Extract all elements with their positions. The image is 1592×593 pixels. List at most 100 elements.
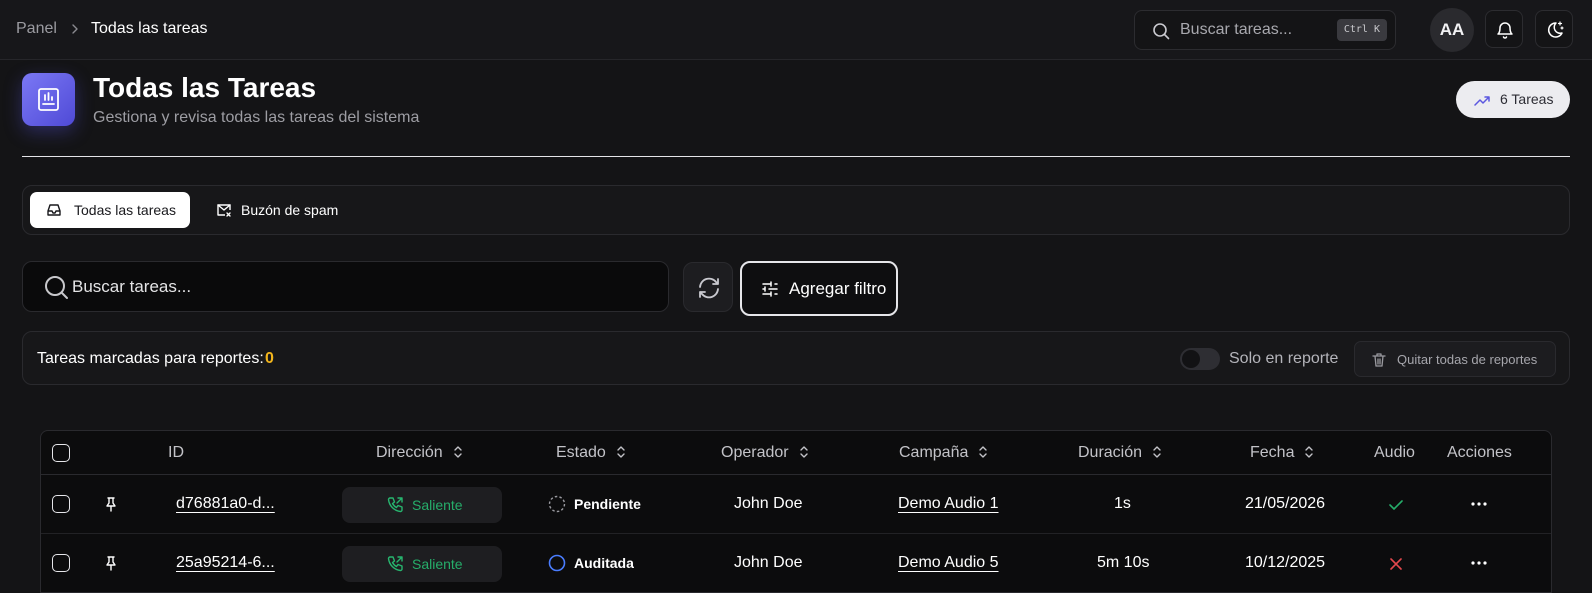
report-bar: Tareas marcadas para reportes: 0 Solo en… — [22, 331, 1570, 385]
trending-up-icon — [1474, 96, 1490, 106]
direction-label: Saliente — [412, 497, 463, 513]
sort-icon — [453, 446, 462, 458]
top-search-input[interactable]: Buscar tareas... Ctrl K — [1134, 10, 1396, 50]
refresh-icon — [699, 277, 719, 299]
tab-bar: Todas las tareas Buzón de spam — [22, 185, 1570, 235]
direction-label: Saliente — [412, 556, 463, 572]
direction-badge: Saliente — [342, 546, 502, 582]
tab-all-tasks[interactable]: Todas las tareas — [30, 192, 190, 228]
duration-value: 5m 10s — [1097, 554, 1150, 571]
trash-icon — [1372, 353, 1386, 367]
column-header-id: ID — [168, 444, 184, 462]
status-label: Pendiente — [574, 496, 641, 512]
column-header-actions: Acciones — [1447, 444, 1512, 461]
direction-badge: Saliente — [342, 487, 502, 523]
refresh-button[interactable] — [683, 262, 733, 312]
theme-toggle-button[interactable] — [1535, 10, 1573, 48]
column-header-direction[interactable]: Dirección — [376, 444, 463, 462]
page-icon — [22, 73, 75, 126]
sort-icon — [979, 446, 988, 458]
top-bar: Panel Todas las tareas Buscar tareas... … — [0, 0, 1592, 60]
more-horizontal-icon[interactable] — [1470, 554, 1488, 572]
phone-outgoing-icon — [387, 497, 403, 513]
column-status-label: Estado — [556, 444, 606, 461]
task-search-input[interactable]: Buscar tareas... — [22, 261, 669, 312]
column-header-status[interactable]: Estado — [556, 444, 626, 462]
sort-icon — [1153, 446, 1161, 458]
task-count-label: 6 Tareas — [1500, 91, 1554, 107]
circle-icon — [548, 554, 566, 572]
pin-icon[interactable] — [103, 496, 119, 512]
breadcrumb-current: Todas las tareas — [91, 20, 208, 37]
bell-icon — [1497, 22, 1513, 39]
column-duration-label: Duración — [1078, 444, 1143, 461]
date-value: 21/05/2026 — [1245, 495, 1326, 512]
toggle-knob — [1182, 350, 1200, 368]
task-search-placeholder: Buscar tareas... — [72, 277, 192, 296]
page-title: Todas las Tareas — [93, 72, 317, 103]
search-icon — [1153, 23, 1170, 40]
duration-value: 1s — [1114, 495, 1131, 512]
column-header-audio: Audio — [1374, 444, 1415, 461]
add-filter-button[interactable]: Agregar filtro — [740, 261, 898, 316]
row-checkbox[interactable] — [52, 554, 70, 572]
column-direction-label: Dirección — [376, 444, 443, 461]
avatar[interactable]: AA — [1430, 8, 1474, 52]
table-row[interactable]: 25a95214-6... Saliente Auditada John Doe… — [41, 534, 1551, 592]
tab-all-tasks-label: Todas las tareas — [74, 202, 176, 218]
sort-icon — [799, 446, 808, 458]
report-chart-icon — [38, 88, 59, 111]
column-operator-label: Operador — [721, 444, 789, 461]
sort-icon — [617, 446, 625, 458]
only-in-report-toggle[interactable] — [1180, 348, 1220, 370]
x-icon — [1390, 558, 1402, 570]
column-header-operator[interactable]: Operador — [721, 444, 809, 462]
check-icon — [1389, 500, 1403, 510]
task-id-link[interactable]: d76881a0-d... — [176, 495, 275, 513]
report-count-label: Tareas marcadas para reportes: — [37, 350, 264, 367]
task-id-link[interactable]: 25a95214-6... — [176, 554, 275, 572]
clear-reports-button[interactable]: Quitar todas de reportes — [1354, 341, 1556, 377]
date-value: 10/12/2025 — [1245, 554, 1326, 571]
table-header: ID Dirección Estado Operador Campaña Dur… — [41, 431, 1551, 475]
more-horizontal-icon[interactable] — [1470, 495, 1488, 513]
column-header-campaign[interactable]: Campaña — [899, 444, 988, 462]
task-count-badge: 6 Tareas — [1456, 81, 1570, 118]
campaign-link[interactable]: Demo Audio 5 — [898, 554, 999, 572]
add-filter-label: Agregar filtro — [789, 279, 887, 298]
column-date-label: Fecha — [1250, 444, 1295, 461]
pin-icon[interactable] — [103, 555, 119, 571]
header-divider — [22, 156, 1570, 157]
operator-name: John Doe — [734, 554, 803, 571]
top-search-placeholder: Buscar tareas... — [1180, 21, 1293, 38]
only-in-report-label: Solo en reporte — [1229, 350, 1339, 367]
row-checkbox[interactable] — [52, 495, 70, 513]
column-header-date[interactable]: Fecha — [1250, 444, 1314, 462]
campaign-link[interactable]: Demo Audio 1 — [898, 495, 999, 513]
operator-name: John Doe — [734, 495, 803, 512]
mail-x-icon — [217, 204, 231, 217]
sort-icon — [1305, 446, 1314, 458]
select-all-checkbox[interactable] — [52, 444, 70, 462]
status-label: Auditada — [574, 555, 634, 571]
sliders-icon — [762, 281, 778, 297]
phone-outgoing-icon — [387, 556, 403, 572]
inbox-icon — [47, 204, 61, 216]
shortcut-badge: Ctrl K — [1336, 19, 1387, 41]
report-count-value: 0 — [265, 350, 274, 367]
page-subtitle: Gestiona y revisa todas las tareas del s… — [93, 109, 420, 126]
column-header-duration[interactable]: Duración — [1078, 444, 1162, 462]
tab-spam[interactable]: Buzón de spam — [203, 192, 363, 228]
chevron-right-icon — [72, 24, 78, 34]
tasks-table: ID Dirección Estado Operador Campaña Dur… — [40, 430, 1552, 593]
notifications-button[interactable] — [1485, 10, 1523, 48]
clear-reports-label: Quitar todas de reportes — [1397, 352, 1538, 367]
dashed-circle-icon — [548, 495, 566, 513]
column-campaign-label: Campaña — [899, 444, 969, 461]
table-row[interactable]: d76881a0-d... Saliente Pendiente John Do… — [41, 475, 1551, 534]
moon-stars-icon — [1547, 21, 1564, 38]
breadcrumb-parent-link[interactable]: Panel — [16, 20, 57, 38]
column-id-label: ID — [168, 444, 184, 461]
search-icon — [45, 276, 68, 299]
tab-spam-label: Buzón de spam — [241, 202, 339, 218]
